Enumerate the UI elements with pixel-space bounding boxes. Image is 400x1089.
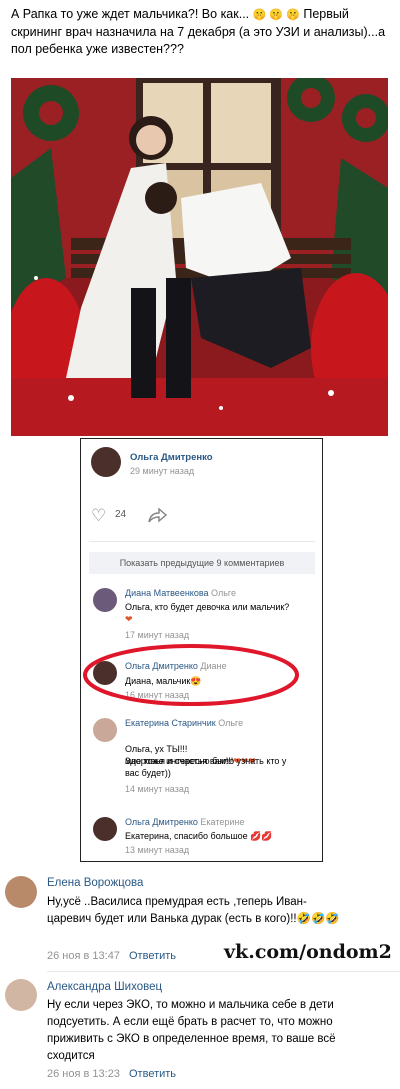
comment-text-body: Ну,усё ..Василиса премудрая есть ,теперь…	[47, 896, 307, 925]
photo-illustration	[11, 78, 388, 436]
comment-header: Екатерина Старинчик Ольге	[125, 718, 243, 728]
comment-text: Екатерина, спасибо большое 💋💋	[125, 830, 273, 842]
comment-text-body: Ольга, кто будет девочка или мальчик?	[125, 602, 290, 612]
comment-meta: 26 ноя в 13:47 Ответить	[47, 950, 176, 962]
comment-text-continued: мне тоже интересно было узнать кто у вас…	[125, 756, 287, 778]
share-icon[interactable]	[148, 507, 168, 523]
comment-header: Ольга Дмитренко Екатерине	[125, 817, 244, 827]
avatar[interactable]	[5, 876, 37, 908]
highlight-circle	[83, 644, 299, 706]
comment-text-body: Екатерина, спасибо большое	[125, 831, 248, 841]
avatar[interactable]	[93, 588, 117, 612]
show-previous-comments[interactable]: Показать предыдущие 9 комментариев	[89, 552, 315, 574]
comment-author[interactable]: Елена Ворожцова	[47, 877, 143, 889]
kiss-icon: 💋💋	[250, 831, 273, 841]
comment-time[interactable]: 14 минут назад	[125, 784, 189, 794]
post-time[interactable]: 29 минут назад	[130, 466, 194, 476]
comment-text: Ну,усё ..Василиса премудрая есть ,теперь…	[47, 894, 347, 928]
divider	[89, 541, 315, 542]
post-author[interactable]: Ольга Дмитренко	[130, 452, 213, 463]
comment-date[interactable]: 26 ноя в 13:47	[47, 950, 120, 962]
reply-link[interactable]: Ответить	[129, 950, 176, 962]
likes-count: 24	[115, 509, 127, 520]
post-emoji: 🤫 🤫 🤫	[252, 9, 300, 21]
embedded-screenshot: Ольга Дмитренко 29 минут назад ♡ 24 Пока…	[80, 438, 323, 862]
heart-icon: ❤	[125, 614, 133, 624]
avatar[interactable]	[93, 817, 117, 841]
comment-text: Ольга, кто будет девочка или мальчик? ❤	[125, 601, 295, 625]
comment-reply-to[interactable]: Ольге	[211, 588, 236, 598]
comment-reply-to[interactable]: Ольге	[218, 718, 243, 728]
post-photo[interactable]	[11, 78, 388, 436]
laughing-icon: 🤣🤣🤣	[296, 913, 340, 925]
comment-reply-to[interactable]: Екатерине	[200, 817, 244, 827]
watermark: vk.com/ondom2	[224, 941, 392, 963]
comment-header: Диана Матвеенкова Ольге	[125, 588, 236, 598]
like-heart-icon[interactable]: ♡	[91, 506, 106, 526]
reply-link[interactable]: Ответить	[129, 1068, 176, 1080]
comment-author[interactable]: Ольга Дмитренко	[125, 817, 198, 827]
avatar[interactable]	[93, 718, 117, 742]
avatar[interactable]	[5, 979, 37, 1011]
comment-time[interactable]: 17 минут назад	[125, 630, 189, 640]
comment-date[interactable]: 26 ноя в 13:23	[47, 1068, 120, 1080]
divider	[47, 971, 400, 972]
post-text-part1: А Рапка то уже ждет мальчика?! Во как...	[11, 7, 250, 21]
comment-time[interactable]: 13 минут назад	[125, 845, 189, 855]
comment-text: Ну если через ЭКО, то можно и мальчика с…	[47, 999, 336, 1062]
post-text: А Рапка то уже ждет мальчика?! Во как...…	[11, 6, 393, 58]
comment-author[interactable]: Екатерина Старинчик	[125, 718, 216, 728]
comment-meta: 26 ноя в 13:23 Ответить	[47, 1068, 176, 1080]
comment-author[interactable]: Александра Шиховец	[47, 981, 162, 993]
comment-author[interactable]: Диана Матвеенкова	[125, 588, 209, 598]
avatar[interactable]	[91, 447, 121, 477]
